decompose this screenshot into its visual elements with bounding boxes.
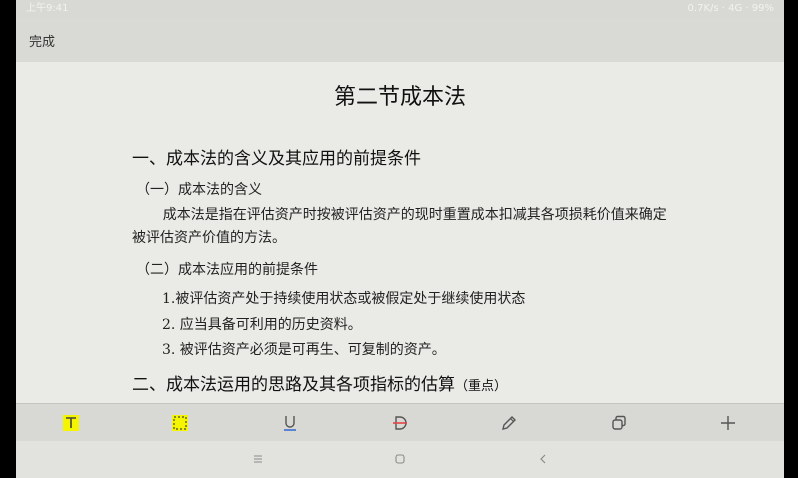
definition-paragraph: 成本法是指在评估资产时按被评估资产的现时重置成本扣减其各项损耗价值来确定被评估资… [132, 207, 667, 246]
list-item: 3. 被评估资产必须是可再生、可复制的资产。 [162, 342, 446, 358]
section-heading-2-note: （重点） [455, 379, 508, 394]
done-button[interactable]: 完成 [29, 31, 55, 50]
select-area-icon[interactable] [169, 412, 191, 434]
status-indicators: 0.7K/s · 4G · 99% [687, 3, 774, 14]
system-nav-bar [16, 441, 784, 478]
home-icon[interactable] [392, 451, 408, 467]
strikethrough-icon[interactable] [389, 412, 411, 434]
section-heading-2: 二、成本法运用的思路及其各项指标的估算（重点） [132, 370, 507, 395]
list-item: 2. 应当具备可利用的历史资料。 [162, 317, 362, 333]
page-title: 第二节成本法 [333, 85, 466, 110]
status-bar: 上午9:41 0.7K/s · 4G · 99% [16, 0, 784, 18]
add-icon[interactable] [717, 412, 739, 434]
pen-icon[interactable] [498, 412, 520, 434]
menu-icon[interactable] [250, 451, 266, 467]
reader-screen: 上午9:41 0.7K/s · 4G · 99% 完成 第二节成本法 一、成本法… [16, 0, 784, 478]
status-time: 上午9:41 [26, 3, 69, 14]
underline-icon[interactable] [279, 412, 301, 434]
annotation-toolbar [16, 403, 784, 442]
section-heading-2-text: 二、成本法运用的思路及其各项指标的估算 [132, 375, 455, 395]
document-page: 第二节成本法 一、成本法的含义及其应用的前提条件 （一）成本法的含义 成本法是指… [16, 62, 784, 403]
top-bar: 完成 [16, 18, 784, 63]
list-item: 1.被评估资产处于持续使用状态或被假定处于继续使用状态 [162, 291, 526, 307]
subheading-1: （一）成本法的含义 [136, 182, 262, 198]
subheading-2: （二）成本法应用的前提条件 [136, 262, 318, 278]
back-icon[interactable] [535, 451, 551, 467]
copy-icon[interactable] [608, 412, 630, 434]
text-tool-icon[interactable] [60, 412, 82, 434]
section-heading-1: 一、成本法的含义及其应用的前提条件 [132, 149, 421, 169]
